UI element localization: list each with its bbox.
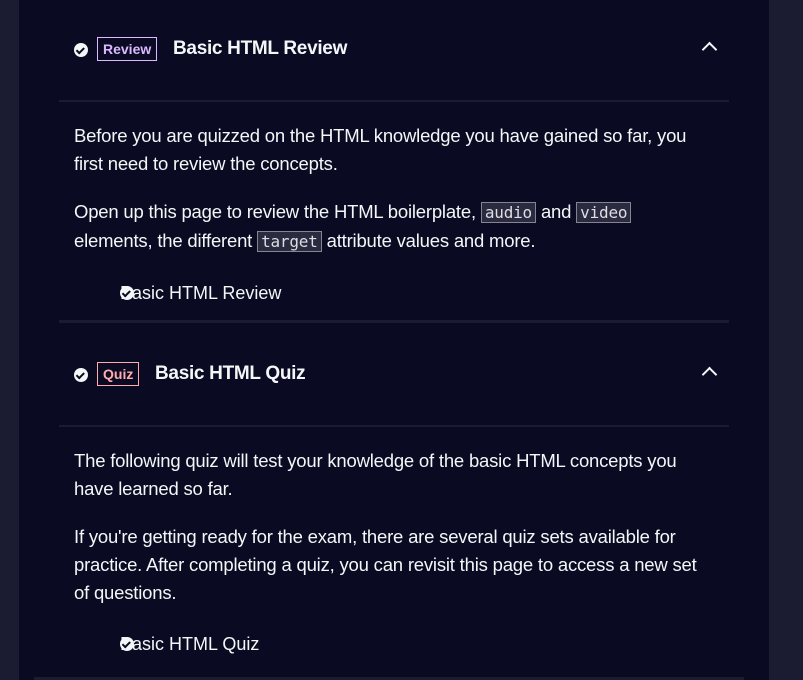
section-header[interactable]: Review Basic HTML Review bbox=[59, 0, 729, 102]
check-circle-icon bbox=[120, 286, 134, 300]
lesson-link-basic-html-review[interactable]: Basic HTML Review bbox=[98, 278, 729, 308]
divider bbox=[59, 320, 729, 323]
check-circle-icon bbox=[74, 368, 88, 382]
text: Open up this page to review the HTML boi… bbox=[74, 201, 481, 222]
text: attribute values and more. bbox=[321, 230, 536, 251]
code-target: target bbox=[257, 231, 322, 252]
lesson-link-label[interactable]: Basic HTML Review bbox=[120, 283, 281, 303]
description: If you're getting ready for the exam, th… bbox=[74, 526, 697, 603]
description: Before you are quizzed on the HTML knowl… bbox=[74, 125, 687, 174]
review-badge: Review bbox=[97, 37, 158, 61]
check-circle-icon bbox=[120, 637, 134, 651]
text: and bbox=[536, 201, 577, 222]
lesson-link-label[interactable]: Basic HTML Quiz bbox=[120, 634, 259, 654]
description: Open up this page to review the HTML boi… bbox=[74, 198, 714, 256]
check-circle-icon bbox=[74, 43, 88, 57]
section-basic-html-quiz: Quiz Basic HTML Quiz The following quiz … bbox=[59, 325, 729, 659]
description: The following quiz will test your knowle… bbox=[74, 450, 677, 499]
chevron-up-icon[interactable] bbox=[701, 41, 718, 58]
section-title: Basic HTML Quiz bbox=[155, 363, 306, 384]
text: elements, the different bbox=[74, 230, 258, 251]
course-panel: Review Basic HTML Review Before you are … bbox=[19, 0, 769, 680]
section-basic-html-review: Review Basic HTML Review Before you are … bbox=[59, 0, 729, 308]
quiz-badge: Quiz bbox=[97, 362, 140, 386]
chevron-up-icon[interactable] bbox=[701, 366, 718, 383]
lesson-link-basic-html-quiz[interactable]: Basic HTML Quiz bbox=[98, 629, 729, 659]
code-audio: audio bbox=[480, 202, 536, 223]
section-title: Basic HTML Review bbox=[173, 38, 348, 59]
code-video: video bbox=[576, 202, 632, 223]
section-header[interactable]: Quiz Basic HTML Quiz bbox=[59, 325, 729, 427]
